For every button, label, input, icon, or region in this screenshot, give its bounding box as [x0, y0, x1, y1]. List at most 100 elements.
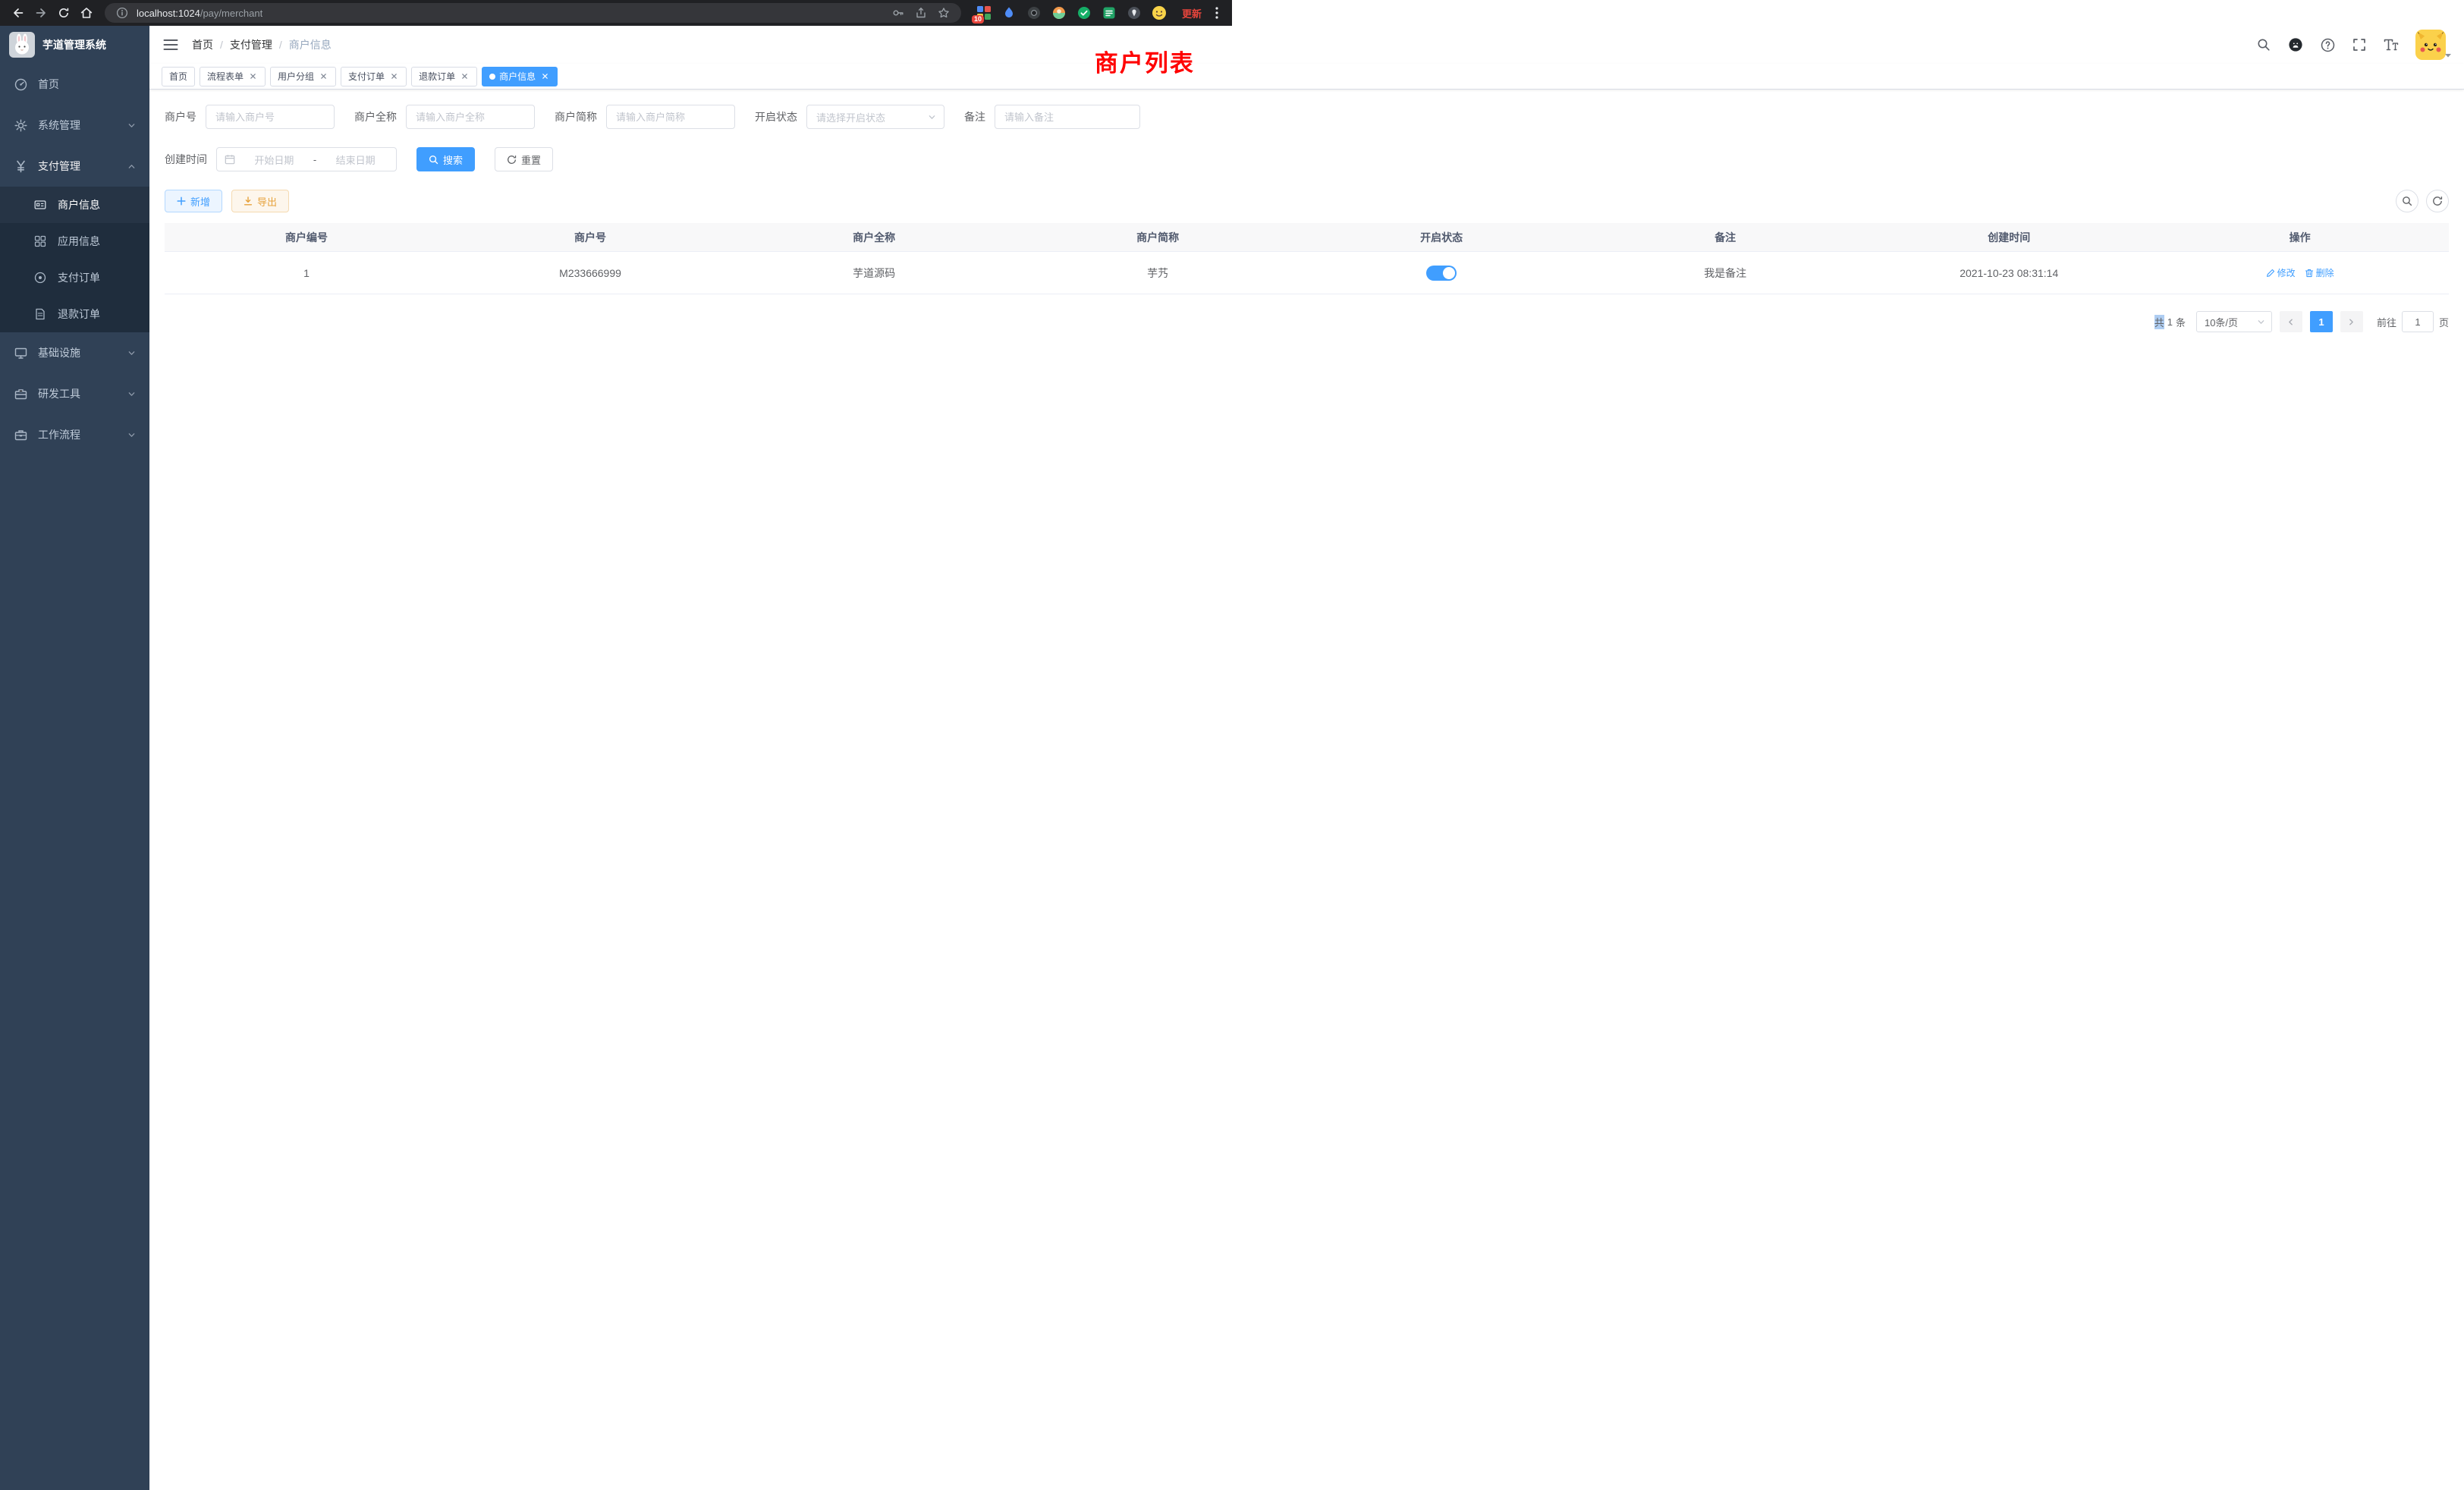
tab-merchant-info[interactable]: 商户信息: [482, 67, 558, 86]
status-select[interactable]: 请选择开启状态: [806, 105, 944, 129]
add-button[interactable]: 新增: [165, 190, 222, 212]
delete-button[interactable]: 删除: [2305, 266, 2334, 279]
next-page-button[interactable]: [2340, 311, 2363, 332]
page-info-icon[interactable]: [114, 5, 130, 21]
cell-short-name: 芋艿: [1016, 266, 1300, 281]
remark-input[interactable]: [995, 105, 1140, 129]
extension-check-icon[interactable]: [1075, 4, 1093, 22]
sidebar-item-payment[interactable]: 支付管理: [0, 146, 149, 187]
merchant-no-input[interactable]: [206, 105, 335, 129]
short-name-input[interactable]: [606, 105, 735, 129]
chevron-down-icon: [127, 349, 136, 357]
col-merchant-no: 商户号: [448, 230, 732, 245]
cell-actions: 修改 删除: [2151, 266, 2449, 279]
close-icon[interactable]: [539, 71, 550, 82]
sidebar-item-label: 应用信息: [58, 234, 100, 249]
filter-status: 开启状态 请选择开启状态: [755, 105, 944, 129]
chrome-update-button[interactable]: 更新: [1176, 6, 1208, 20]
extension-avatar-icon[interactable]: [1050, 4, 1068, 22]
extension-grid-icon[interactable]: 10: [975, 4, 993, 22]
profile-avatar-icon[interactable]: [1150, 4, 1168, 22]
app-logo[interactable]: 芋道管理系统: [0, 26, 149, 64]
url-path: /pay/merchant: [200, 8, 262, 19]
tab-user-group[interactable]: 用户分组: [270, 67, 336, 86]
url-text: localhost:1024/pay/merchant: [137, 8, 262, 19]
page-1-button[interactable]: 1: [2310, 311, 2333, 332]
tab-refund-order[interactable]: 退款订单: [411, 67, 477, 86]
sidebar-item-pay-order[interactable]: 支付订单: [0, 259, 149, 296]
goto-page-input[interactable]: [2402, 311, 2434, 332]
header-search-icon[interactable]: [2252, 33, 2276, 57]
sidebar-item-app-info[interactable]: 应用信息: [0, 223, 149, 259]
extension-dark-circle-icon[interactable]: [1025, 4, 1043, 22]
password-key-icon[interactable]: [890, 5, 907, 21]
col-merchant-id: 商户编号: [165, 230, 448, 245]
breadcrumb-home[interactable]: 首页: [192, 37, 213, 52]
home-button[interactable]: [76, 2, 97, 24]
bookmark-star-icon[interactable]: [935, 5, 952, 21]
sidebar-item-label: 退款订单: [58, 306, 100, 322]
close-icon[interactable]: [247, 71, 258, 82]
tab-process-form[interactable]: 流程表单: [200, 67, 266, 86]
toggle-search-button[interactable]: [2396, 190, 2418, 212]
close-icon[interactable]: [318, 71, 328, 82]
font-size-icon[interactable]: [2379, 33, 2403, 57]
forward-button[interactable]: [30, 2, 52, 24]
col-status: 开启状态: [1300, 230, 1583, 245]
sidebar-item-dev-tools[interactable]: 研发工具: [0, 373, 149, 414]
dashboard-icon: [14, 77, 27, 91]
extension-notes-icon[interactable]: [1100, 4, 1118, 22]
pagination: 共 1 条 10条/页 1 前往 页: [165, 311, 2449, 332]
browser-menu-icon[interactable]: [1209, 2, 1224, 24]
sidebar-item-merchant-info[interactable]: 商户信息: [0, 187, 149, 223]
search-button-label: 搜索: [443, 152, 463, 167]
sidebar-toggle-icon[interactable]: [162, 36, 180, 54]
pagination-total: 共 1 条: [2154, 315, 2186, 329]
sidebar-item-home[interactable]: 首页: [0, 64, 149, 105]
export-button[interactable]: 导出: [231, 190, 289, 212]
filter-create-time: 创建时间 开始日期 - 结束日期: [165, 147, 397, 171]
extension-pin-icon[interactable]: [1125, 4, 1143, 22]
merchant-no-label: 商户号: [165, 109, 196, 124]
url-host: localhost:1024: [137, 8, 200, 19]
close-icon[interactable]: [459, 71, 470, 82]
full-name-label: 商户全称: [354, 109, 397, 124]
search-button[interactable]: 搜索: [416, 147, 475, 171]
sidebar-item-label: 工作流程: [38, 427, 80, 442]
fullscreen-icon[interactable]: [2347, 33, 2371, 57]
help-icon[interactable]: [2315, 33, 2340, 57]
merchant-table: 商户编号 商户号 商户全称 商户简称 开启状态 备注 创建时间 操作 1 M23…: [165, 223, 2449, 294]
address-bar[interactable]: localhost:1024/pay/merchant: [105, 3, 961, 23]
reset-button[interactable]: 重置: [495, 147, 553, 171]
page-size-select[interactable]: 10条/页: [2196, 311, 2272, 332]
app-title: 芋道管理系统: [42, 37, 106, 52]
github-icon[interactable]: [2283, 33, 2308, 57]
edit-button-label: 修改: [2277, 266, 2296, 279]
reload-button[interactable]: [53, 2, 74, 24]
close-icon[interactable]: [388, 71, 399, 82]
status-toggle[interactable]: [1426, 266, 1457, 281]
tab-pay-order[interactable]: 支付订单: [341, 67, 407, 86]
table-row: 1 M233666999 芋道源码 芋艿 我是备注 2021-10-23 08:…: [165, 252, 2449, 294]
create-time-range-picker[interactable]: 开始日期 - 结束日期: [216, 147, 397, 171]
extension-drop-icon[interactable]: [1000, 4, 1018, 22]
back-button[interactable]: [8, 2, 29, 24]
sidebar-item-label: 支付管理: [38, 159, 80, 174]
share-icon[interactable]: [913, 5, 929, 21]
sidebar-item-system[interactable]: 系统管理: [0, 105, 149, 146]
tab-home[interactable]: 首页: [162, 67, 195, 86]
table-header-row: 商户编号 商户号 商户全称 商户简称 开启状态 备注 创建时间 操作: [165, 223, 2449, 252]
prev-page-button[interactable]: [2280, 311, 2302, 332]
col-create-time: 创建时间: [1867, 230, 2151, 245]
breadcrumb-payment[interactable]: 支付管理: [230, 37, 272, 52]
goto-suffix: 页: [2439, 315, 2449, 329]
sidebar-item-infrastructure[interactable]: 基础设施: [0, 332, 149, 373]
user-avatar[interactable]: [2415, 30, 2452, 60]
refresh-table-button[interactable]: [2426, 190, 2449, 212]
cell-merchant-no: M233666999: [448, 267, 732, 279]
edit-button[interactable]: 修改: [2266, 266, 2296, 279]
full-name-input[interactable]: [406, 105, 535, 129]
sidebar-item-refund-order[interactable]: 退款订单: [0, 296, 149, 332]
navbar-right: [2252, 30, 2452, 60]
sidebar-item-workflow[interactable]: 工作流程: [0, 414, 149, 455]
